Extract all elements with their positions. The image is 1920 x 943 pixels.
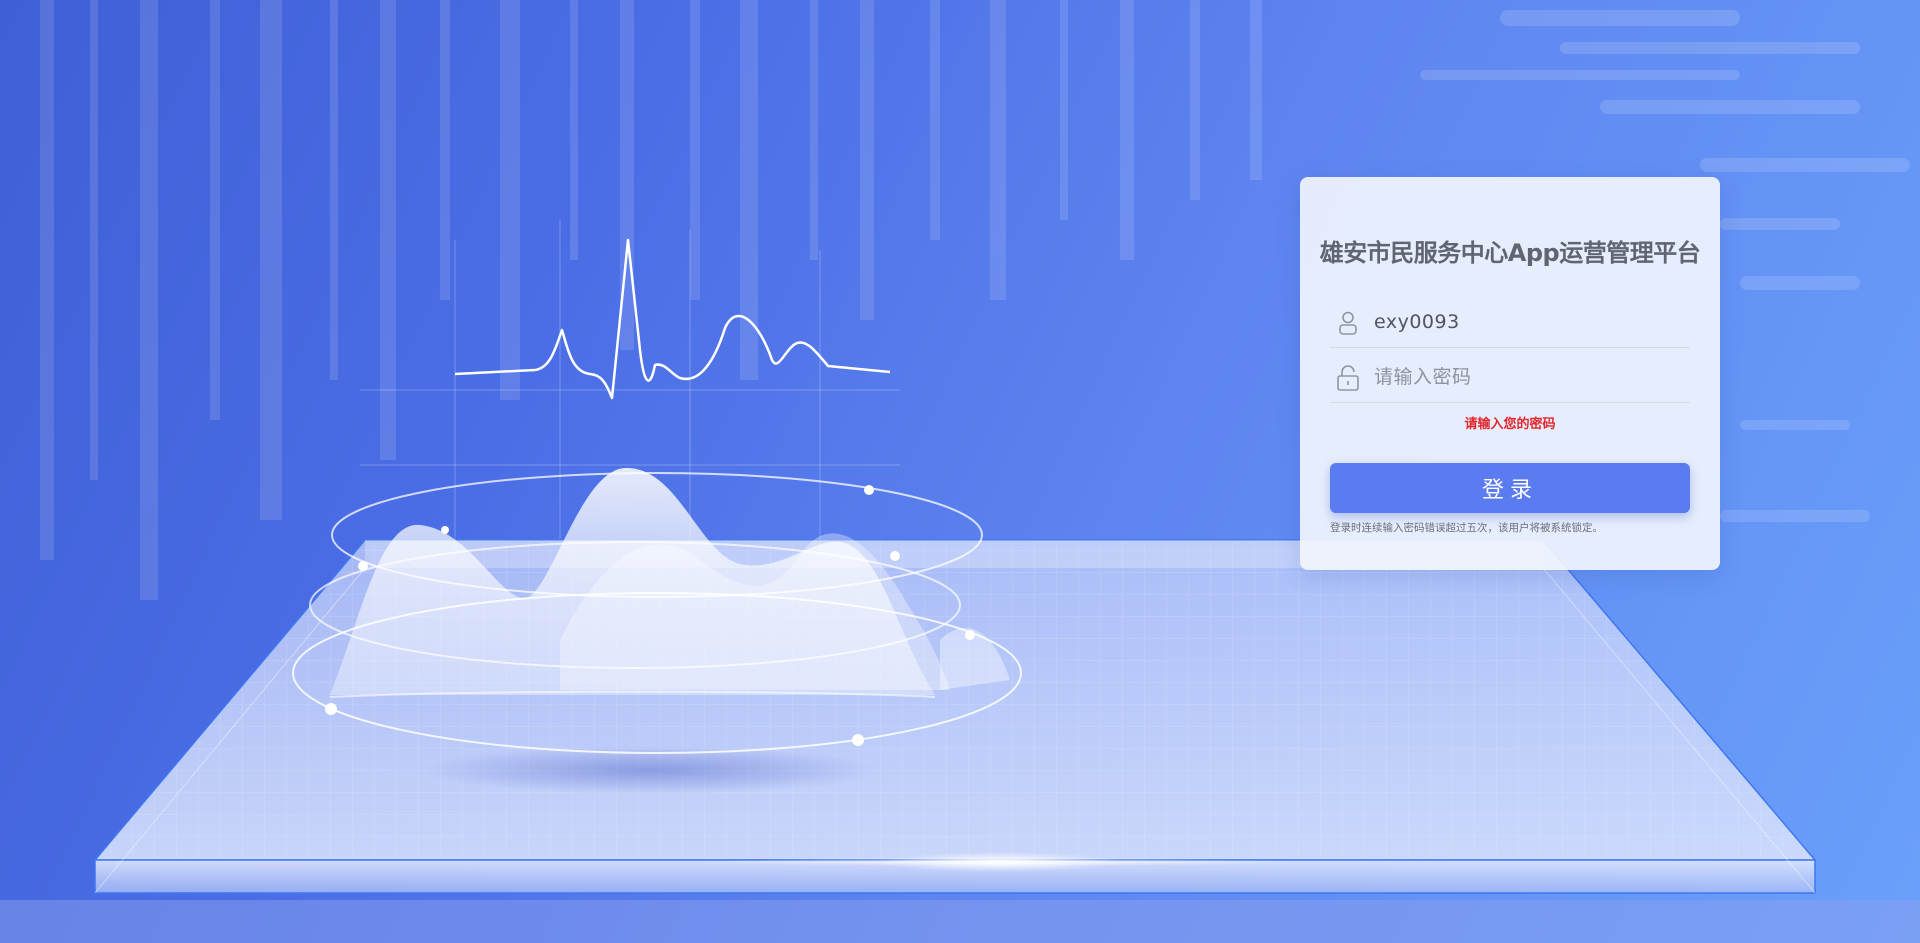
password-input[interactable] xyxy=(1374,361,1680,393)
lock-icon xyxy=(1336,365,1360,391)
login-card: 雄安市民服务中心App运营管理平台 请输入您的密码 登录 登 xyxy=(1300,177,1720,570)
user-icon xyxy=(1336,310,1360,336)
username-field xyxy=(1330,298,1690,348)
login-title: 雄安市民服务中心App运营管理平台 xyxy=(1319,239,1701,267)
username-input[interactable] xyxy=(1374,306,1680,338)
password-error-message: 请输入您的密码 xyxy=(1464,417,1556,432)
password-field xyxy=(1330,353,1690,403)
login-page: 雄安市民服务中心App运营管理平台 请输入您的密码 登录 登 xyxy=(0,0,1920,943)
login-button[interactable]: 登录 xyxy=(1330,463,1690,513)
lockout-note: 登录时连续输入密码错误超过五次，该用户将被系统锁定。 xyxy=(1330,522,1603,534)
